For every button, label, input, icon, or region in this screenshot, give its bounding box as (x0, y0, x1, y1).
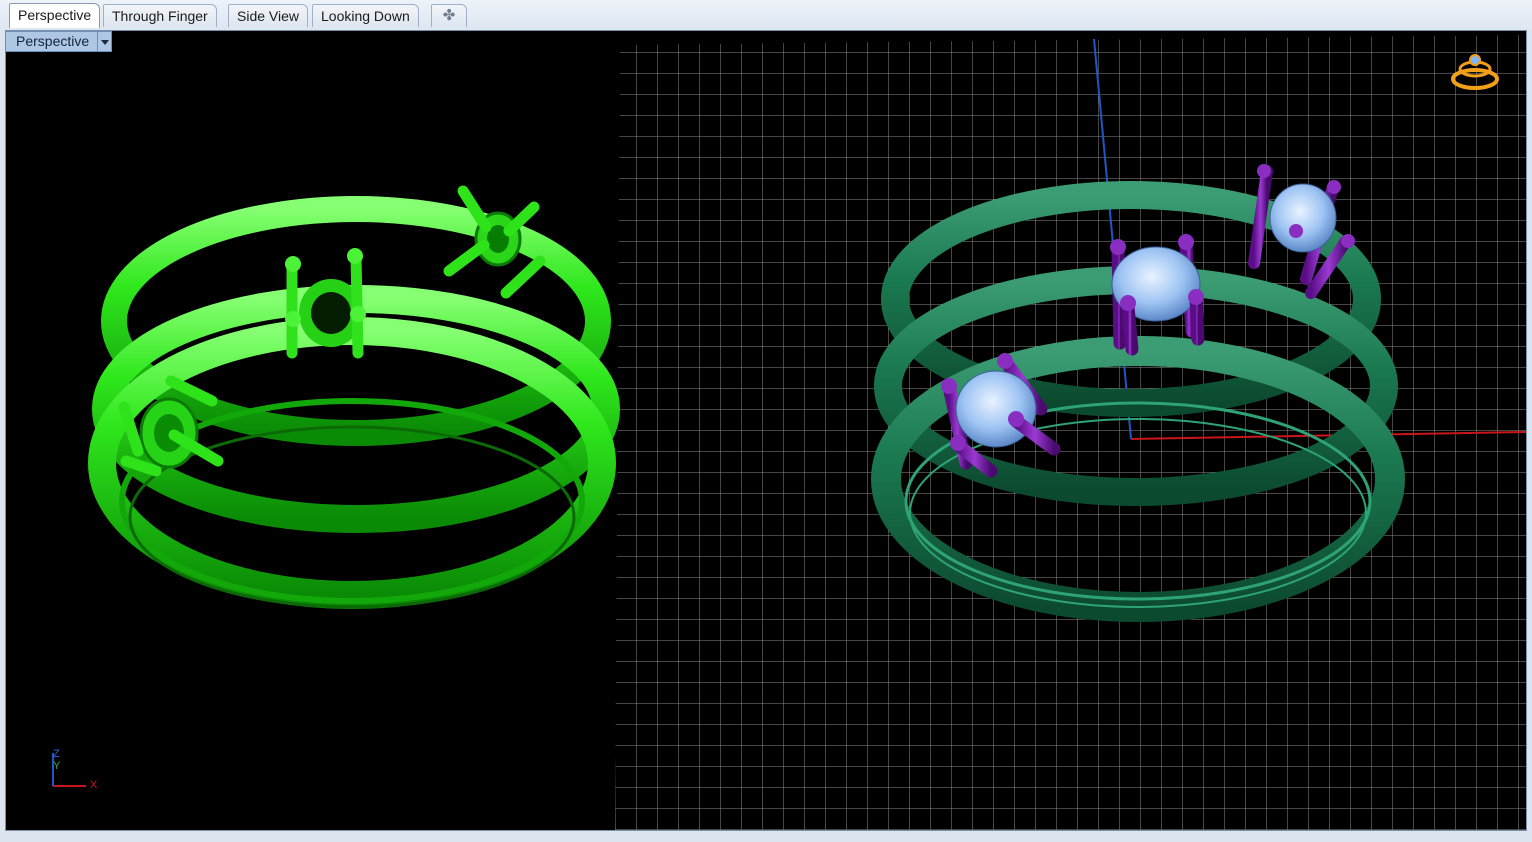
viewport-scene: Z Y X (52, 35, 1526, 830)
window-bottom-edge (0, 831, 1532, 842)
axis-z-label: Z (53, 748, 60, 760)
tab-side-view[interactable]: Side View (228, 4, 309, 27)
axis-x-label: X (90, 779, 98, 791)
axis-orientation-widget: Z Y X (52, 748, 98, 791)
tab-perspective[interactable]: Perspective (9, 3, 101, 28)
plus-icon: ✤ (442, 7, 456, 24)
viewport-title-dropdown[interactable]: Perspective (5, 31, 113, 52)
add-viewport-tab-button[interactable]: ✤ (431, 4, 467, 27)
viewport-title-label[interactable]: Perspective (5, 31, 99, 52)
tab-through-finger[interactable]: Through Finger (103, 4, 217, 27)
chevron-down-icon[interactable] (98, 31, 113, 52)
axis-y-label: Y (53, 760, 61, 772)
perspective-viewport[interactable]: Z Y X (5, 30, 1527, 831)
viewport-tab-bar: Perspective Through Finger Side View Loo… (0, 0, 1532, 30)
bright-setting-middle (285, 248, 366, 359)
bright-green-ring-model[interactable] (88, 185, 620, 609)
rhino-viewport-window: Perspective Through Finger Side View Loo… (0, 0, 1532, 842)
tab-looking-down[interactable]: Looking Down (312, 4, 419, 27)
